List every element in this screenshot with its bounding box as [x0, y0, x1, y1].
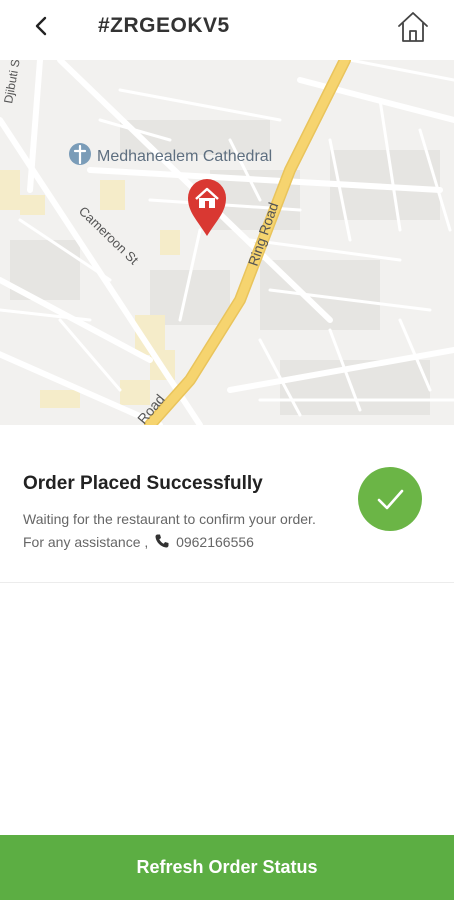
home-button[interactable]	[394, 8, 432, 46]
map-label-cameroon-st: Cameroon St	[76, 203, 142, 267]
back-button[interactable]	[28, 12, 56, 40]
home-icon	[398, 12, 428, 42]
phone-icon	[154, 533, 170, 549]
app-header: #ZRGEOKV5	[0, 0, 454, 60]
map-label-djibuti: Djibuti S	[1, 60, 23, 105]
order-status-title: Order Placed Successfully	[23, 473, 263, 494]
chevron-left-icon	[35, 16, 47, 36]
map-view[interactable]: Medhanealem Cathedral Cameroon St Ring R…	[0, 60, 454, 425]
order-status-message: Waiting for the restaurant to confirm yo…	[23, 508, 323, 554]
order-status-card: Order Placed Successfully Waiting for th…	[0, 425, 454, 583]
order-id-title: #ZRGEOKV5	[98, 14, 230, 37]
checkmark-icon	[377, 489, 404, 510]
church-marker-icon	[69, 143, 91, 165]
refresh-order-status-button[interactable]: Refresh Order Status	[0, 835, 454, 900]
support-phone-link[interactable]: 0962166556	[176, 534, 254, 550]
map-label-cathedral: Medhanealem Cathedral	[97, 148, 272, 165]
success-check-badge	[358, 467, 422, 531]
